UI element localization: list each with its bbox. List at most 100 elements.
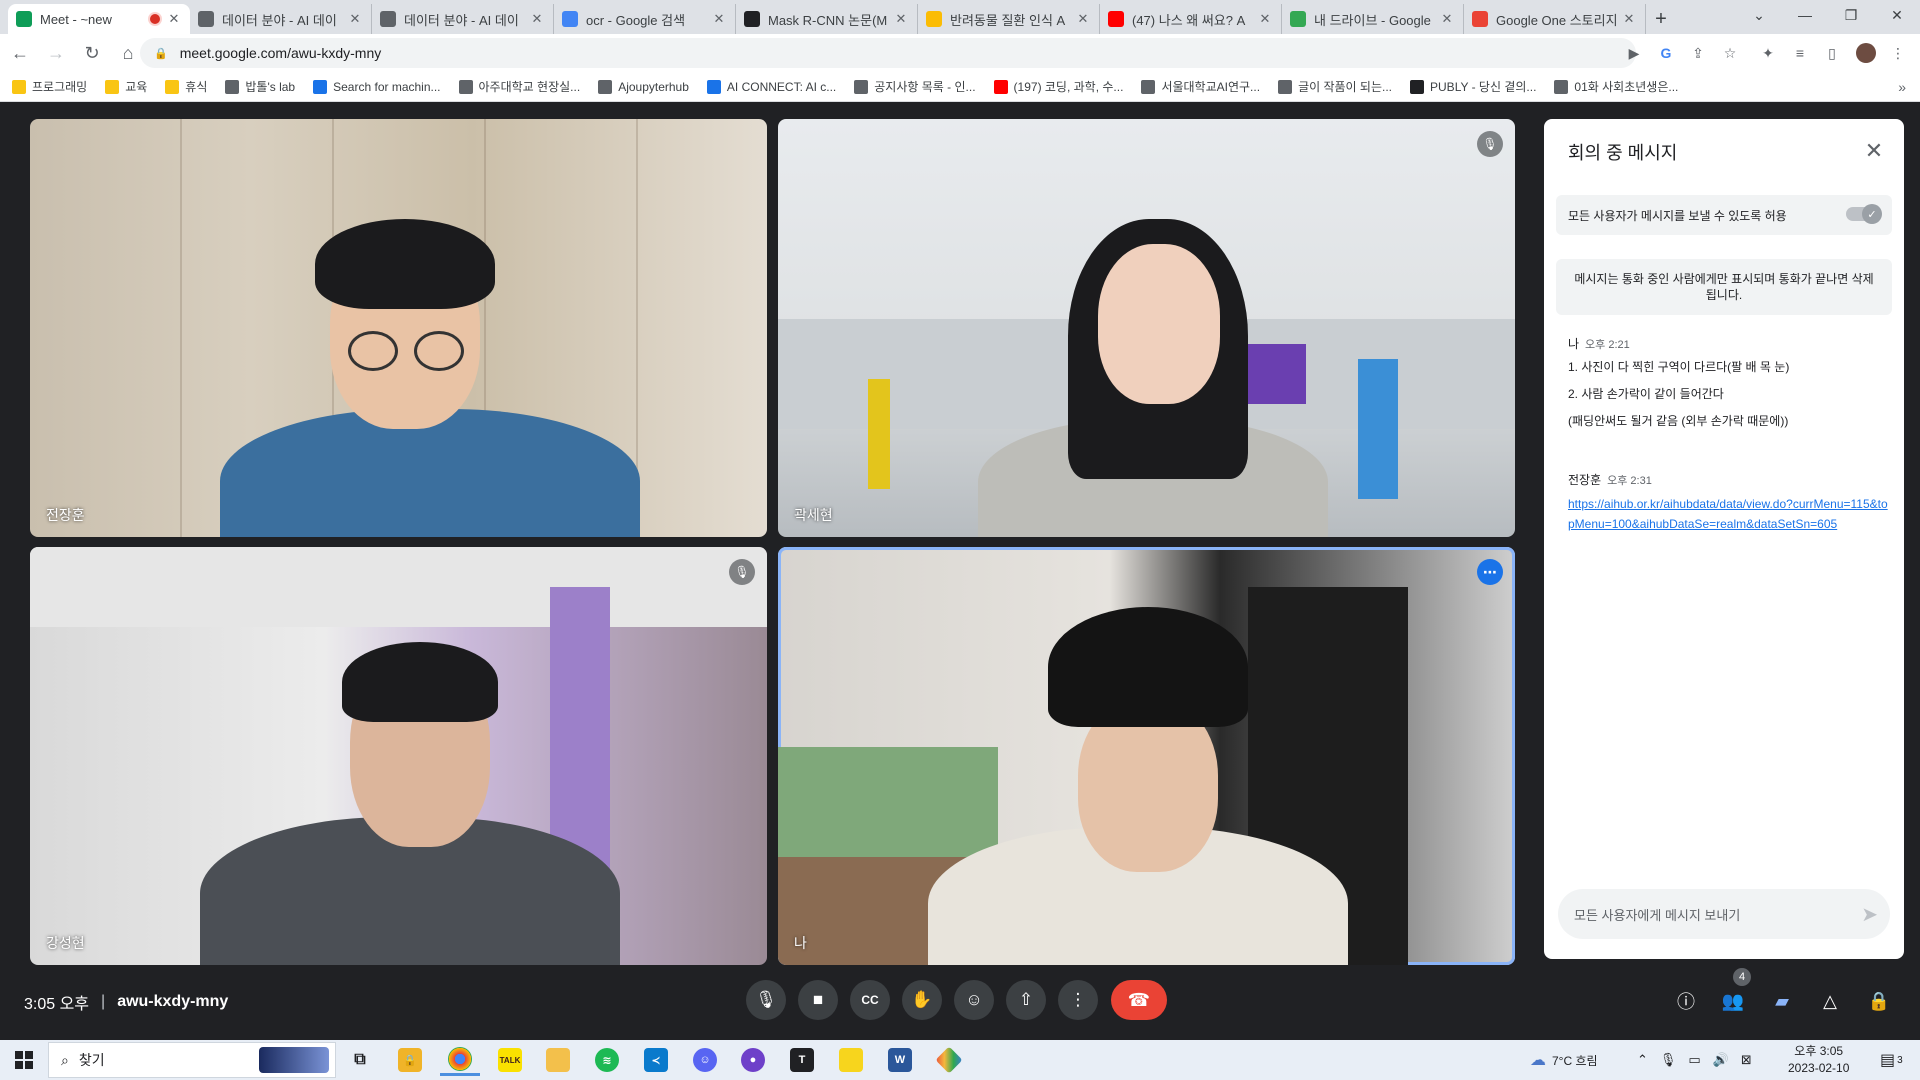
send-icon[interactable]: ➤ — [1861, 902, 1878, 927]
reactions-button[interactable]: ☺ — [954, 980, 994, 1020]
ime-icon[interactable]: ⊠ — [1741, 1052, 1752, 1068]
host-controls-button[interactable]: 🔒 — [1866, 988, 1892, 1014]
extensions-icon[interactable]: ✦ — [1758, 43, 1778, 63]
bookmarks-overflow-button[interactable]: » — [1898, 79, 1906, 95]
allow-messages-toggle[interactable]: ✓ — [1846, 204, 1882, 224]
microphone-tray-icon[interactable]: 🎙 — [1660, 1052, 1677, 1068]
bookmark-item[interactable]: Ajoupyterhub — [598, 79, 689, 94]
taskbar-app-sourcetree[interactable] — [929, 1044, 969, 1076]
camera-icon[interactable]: ▶ — [1624, 43, 1644, 63]
bookmark-item[interactable]: PUBLY - 당신 곁의... — [1410, 78, 1536, 95]
chat-input[interactable]: 모든 사용자에게 메시지 보내기 ➤ — [1558, 889, 1890, 939]
reload-button[interactable]: ↻ — [76, 37, 108, 69]
participant-tile[interactable]: 전장훈 — [30, 119, 767, 537]
bookmark-item[interactable]: 공지사항 목록 - 인... — [854, 78, 976, 95]
taskbar-app-github[interactable]: ● — [733, 1044, 773, 1076]
bookmark-item[interactable]: (197) 코딩, 과학, 수... — [993, 78, 1123, 95]
tab-search-icon[interactable]: ⌄ — [1736, 0, 1782, 30]
start-button[interactable] — [4, 1044, 44, 1076]
taskbar-clock[interactable]: 오후 3:05 2023-02-10 — [1788, 1043, 1849, 1077]
taskbar-app-discord[interactable]: ☺ — [685, 1044, 725, 1076]
tab-close-icon[interactable]: ✕ — [1075, 11, 1091, 27]
bookmark-item[interactable]: 아주대학교 현장실... — [458, 78, 580, 95]
bookmark-item[interactable]: 밥톨's lab — [225, 78, 295, 95]
google-lens-icon[interactable]: G — [1656, 43, 1676, 63]
menu-kebab-icon[interactable]: ⋮ — [1888, 43, 1908, 63]
avatar[interactable] — [1856, 43, 1876, 63]
tab-close-icon[interactable]: ✕ — [166, 11, 182, 27]
volume-icon[interactable]: 🔊 — [1713, 1052, 1729, 1068]
bookmark-item[interactable]: 교육 — [105, 78, 147, 95]
tab-close-icon[interactable]: ✕ — [1257, 11, 1273, 27]
more-options-icon[interactable]: ⋯ — [1477, 559, 1503, 585]
present-button[interactable]: ⇧ — [1006, 980, 1046, 1020]
tab-favicon-icon — [1472, 11, 1488, 27]
restore-button[interactable]: ❐ — [1828, 0, 1874, 30]
browser-tab[interactable]: (47) 나스 왜 써요? A ✕ — [1100, 4, 1282, 34]
browser-tab[interactable]: 데이터 분야 - AI 데이 ✕ — [372, 4, 554, 34]
bookmark-item[interactable]: 휴식 — [165, 78, 207, 95]
taskbar-app-kakaotalk[interactable]: TALK — [490, 1044, 530, 1076]
browser-tab[interactable]: ocr - Google 검색 ✕ — [554, 4, 736, 34]
participant-tile-self[interactable]: ⋯ 나 — [778, 547, 1515, 965]
minimize-button[interactable]: — — [1782, 0, 1828, 30]
notification-center[interactable]: ▤ 3 — [1880, 1040, 1903, 1080]
bookmark-item[interactable]: AI CONNECT: AI c... — [706, 79, 836, 94]
tab-close-icon[interactable]: ✕ — [893, 11, 909, 27]
chevron-up-icon[interactable]: ⌃ — [1637, 1052, 1648, 1068]
allow-messages-row: 모든 사용자가 메시지를 보낼 수 있도록 허용 ✓ — [1556, 195, 1892, 235]
bookmark-star-icon[interactable]: ☆ — [1720, 43, 1740, 63]
taskbar-app-word[interactable]: W — [880, 1044, 920, 1076]
meeting-details-button[interactable]: ⓘ — [1673, 988, 1699, 1014]
emoji-icon: ☺ — [965, 990, 983, 1009]
tab-close-icon[interactable]: ✕ — [347, 11, 363, 27]
people-button[interactable]: 👥 — [1720, 988, 1746, 1014]
forward-button[interactable]: → — [40, 37, 72, 69]
browser-tab[interactable]: Meet - ~new ✕ — [8, 4, 190, 34]
tab-close-icon[interactable]: ✕ — [711, 11, 727, 27]
weather-widget[interactable]: ☁ 7°C 흐림 — [1530, 1040, 1598, 1080]
tab-close-icon[interactable]: ✕ — [529, 11, 545, 27]
taskbar-app-explorer[interactable] — [538, 1044, 578, 1076]
back-button[interactable]: ← — [4, 37, 36, 69]
taskbar-app[interactable]: 🔒 — [390, 1044, 430, 1076]
taskbar-app-spotify[interactable]: ≋ — [587, 1044, 627, 1076]
activities-button[interactable]: △ — [1817, 988, 1843, 1014]
new-tab-button[interactable]: + — [1646, 4, 1676, 34]
side-panel-icon[interactable]: ▯ — [1822, 43, 1842, 63]
task-view-button[interactable]: ⧉ — [340, 1044, 380, 1076]
browser-tab[interactable]: 데이터 분야 - AI 데이 ✕ — [190, 4, 372, 34]
share-icon[interactable]: ⇪ — [1688, 43, 1708, 63]
captions-button[interactable]: CC — [850, 980, 890, 1020]
address-bar[interactable]: 🔒 meet.google.com/awu-kxdy-mny — [140, 38, 1636, 68]
taskbar-app-chrome[interactable] — [440, 1044, 480, 1076]
close-icon[interactable]: ✕ — [1860, 137, 1888, 165]
media-control-icon[interactable]: ≡ — [1790, 43, 1810, 63]
more-options-button[interactable]: ⋮ — [1058, 980, 1098, 1020]
taskbar-search[interactable]: ⌕ 찾기 — [48, 1042, 336, 1078]
participant-tile[interactable]: 🎙 곽세현 — [778, 119, 1515, 537]
taskbar-app-sticky-notes[interactable] — [831, 1044, 871, 1076]
chat-button[interactable]: ▰ — [1769, 988, 1795, 1014]
bookmark-item[interactable]: Search for machin... — [313, 79, 441, 94]
browser-tab[interactable]: 내 드라이브 - Google ✕ — [1282, 4, 1464, 34]
bookmark-item[interactable]: 01화 사회초년생은... — [1554, 78, 1678, 95]
bookmark-item[interactable]: 글이 작품이 되는... — [1278, 78, 1392, 95]
close-window-button[interactable]: ✕ — [1874, 0, 1920, 30]
raise-hand-button[interactable]: ✋ — [902, 980, 942, 1020]
tab-close-icon[interactable]: ✕ — [1621, 11, 1637, 27]
taskbar-app-vscode[interactable]: ≺ — [636, 1044, 676, 1076]
bookmark-item[interactable]: 서울대학교AI연구... — [1141, 78, 1260, 95]
taskbar-app-typora[interactable]: T — [782, 1044, 822, 1076]
tab-close-icon[interactable]: ✕ — [1439, 11, 1455, 27]
browser-tab[interactable]: Google One 스토리지 ✕ — [1464, 4, 1646, 34]
camera-button[interactable]: ■ — [798, 980, 838, 1020]
leave-call-button[interactable]: ☎ — [1111, 980, 1167, 1020]
browser-tab[interactable]: Mask R-CNN 논문(M ✕ — [736, 4, 918, 34]
browser-tab[interactable]: 반려동물 질환 인식 A ✕ — [918, 4, 1100, 34]
message-link[interactable]: https://aihub.or.kr/aihubdata/data/view.… — [1568, 494, 1888, 534]
microphone-button[interactable]: 🎙 — [746, 980, 786, 1020]
participant-tile[interactable]: 🎙 강성현 — [30, 547, 767, 965]
bookmark-item[interactable]: 프로그래밍 — [12, 78, 87, 95]
network-icon[interactable]: ▭ — [1688, 1052, 1700, 1068]
